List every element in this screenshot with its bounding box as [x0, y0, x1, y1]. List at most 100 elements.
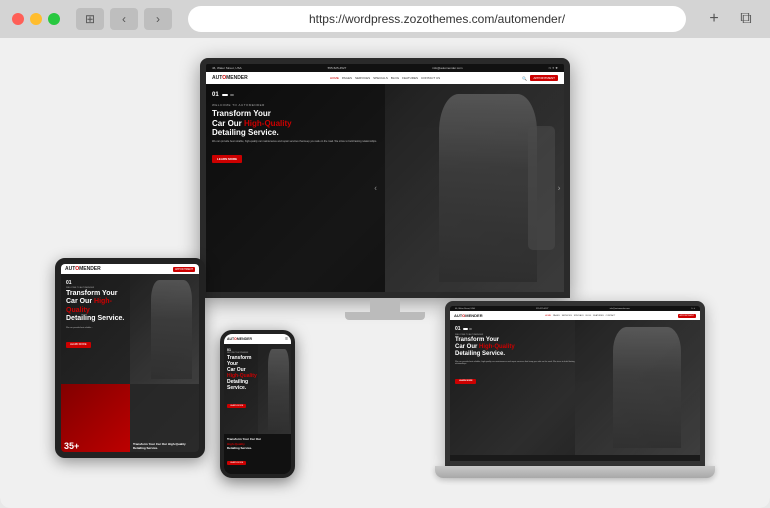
tablet-hero-subtitle: We can provide best reliable... — [66, 327, 132, 330]
desktop-nav-contact[interactable]: CONTACT US — [421, 76, 440, 80]
laptop-slide-indicator — [463, 328, 472, 330]
back-button[interactable]: ‹ — [110, 8, 138, 30]
phone: AUTOMENDER ≡ 01 WELCOME TO AUTOMENDER — [220, 330, 295, 478]
phone-menu-icon[interactable]: ≡ — [285, 336, 288, 342]
traffic-lights — [12, 13, 60, 25]
desktop-nav-links: HOME PAGES SERVICES SPECIALS BLOG FEATUR… — [330, 76, 440, 80]
desktop-nav-home[interactable]: HOME — [330, 76, 339, 80]
laptop-slide-dot-1[interactable] — [463, 328, 468, 330]
laptop-hero-title: Transform YourCar Our High-QualityDetail… — [455, 337, 583, 359]
tablet-worker-figure — [151, 280, 192, 379]
phone-hero-image — [258, 344, 292, 434]
tablet-hero-cta[interactable]: LEARN MORE — [66, 342, 91, 348]
browser-titlebar: ⊞ ‹ › https://wordpress.zozothemes.com/a… — [0, 0, 770, 38]
address-bar[interactable]: https://wordpress.zozothemes.com/automen… — [188, 6, 686, 32]
slide-dot-1[interactable] — [222, 94, 228, 96]
phone-bottom-subtitle: Detailing Service. — [227, 446, 288, 450]
tablet-slide-number: 01 — [66, 280, 132, 286]
tablet-hero-welcome: WELCOME TO AUTOMENDER — [66, 287, 132, 289]
desktop-nav-specials[interactable]: SPECIALS — [373, 76, 388, 80]
laptop-nav-pages[interactable]: PAGES — [553, 315, 560, 317]
tablet-card-car-content: 35+ — [64, 442, 79, 451]
phone-slide-number: 01 — [227, 348, 258, 352]
add-tab-button[interactable]: + — [702, 7, 726, 31]
desktop-email: info@automender.com — [432, 66, 462, 70]
laptop-cta-button[interactable]: APPOINTMENT — [678, 314, 696, 318]
laptop-screen: 46, Water Street, USA 555-525-4527 info@… — [445, 301, 705, 466]
desktop-worker-figure — [439, 94, 537, 281]
phone-worker-figure — [268, 349, 290, 430]
minimize-button[interactable] — [30, 13, 42, 25]
sidebar-toggle-button[interactable]: ⊞ — [76, 8, 104, 30]
forward-button[interactable]: › — [144, 8, 172, 30]
tablet-card-mechanic: Transform Your Car Our High-Quality Deta… — [130, 384, 199, 452]
phone-hero-cta[interactable]: LEARN MORE — [227, 404, 246, 408]
tablet-hero-title: Transform YourCar Our High-QualityDetail… — [66, 290, 132, 324]
tablet-card-car: 35+ — [61, 384, 130, 452]
desktop-nav-blog[interactable]: BLOG — [391, 76, 399, 80]
desktop-hero-welcome: WELCOME TO AUTOMENDER — [212, 103, 397, 107]
desktop-next-arrow[interactable]: › — [558, 184, 561, 193]
laptop-nav-blog[interactable]: BLOG — [586, 315, 592, 317]
desktop-topbar: 46, Water Street, USA 555-525-4527 info@… — [206, 64, 564, 72]
tablet-hero-content: 01 WELCOME TO AUTOMENDER Transform YourC… — [61, 274, 137, 384]
url-text: https://wordpress.zozothemes.com/automen… — [309, 12, 565, 26]
laptop-hero-cta[interactable]: LEARN MORE — [455, 379, 476, 384]
laptop-nav-features[interactable]: FEATURES — [593, 315, 604, 317]
tablet-card-mechanic-content: Transform Your Car Our High-Quality Deta… — [133, 443, 196, 451]
close-button[interactable] — [12, 13, 24, 25]
laptop-nav-contact[interactable]: CONTACT — [606, 315, 616, 317]
desktop-logo: AUTOMENDER — [212, 75, 248, 81]
tablet-card-text: Transform Your Car Our High-Quality Deta… — [133, 443, 196, 451]
desktop-cta-button[interactable]: APPOINTMENT — [530, 75, 558, 81]
desktop-nav-services[interactable]: SERVICES — [355, 76, 370, 80]
tablet-site-content: AUTOMENDER APPOINTMENT 01 WELCOME TO AUT… — [61, 264, 199, 452]
desktop-social: f t ✦ ❖ — [549, 66, 558, 70]
desktop-monitor: 46, Water Street, USA 555-525-4527 info@… — [200, 58, 570, 320]
desktop-hero-image — [385, 84, 564, 292]
phone-hero: 01 WELCOME TO AUTOMENDER Transform YourC… — [224, 344, 291, 434]
phone-bottom-title: Transform Your Car Our — [227, 437, 288, 441]
desktop-hero-subtitle: We can provide best reliable, high-quali… — [212, 140, 378, 144]
phone-hero-content: 01 WELCOME TO AUTOMENDER Transform YourC… — [224, 344, 261, 434]
tablet-hero-image — [130, 274, 199, 384]
laptop-worker-figure — [613, 327, 682, 449]
browser-nav-buttons: ⊞ ‹ › — [76, 8, 172, 30]
desktop-hero-cta[interactable]: LEARN MORE — [212, 155, 242, 163]
phone-bottom-content: Transform Your Car Our High-Quality Deta… — [224, 434, 291, 474]
laptop-nav-home[interactable]: HOME — [545, 315, 551, 317]
laptop-hero-welcome: WELCOME TO AUTOMENDER — [455, 334, 583, 336]
tablet-card-stat: 35+ — [64, 442, 79, 451]
laptop-slide-dot-2[interactable] — [469, 328, 472, 330]
desktop-nav-features[interactable]: FEATURES — [402, 76, 418, 80]
tablet-logo: AUTOMENDER — [65, 266, 101, 272]
laptop-social: f t ✦ — [691, 308, 695, 310]
phone-nav: AUTOMENDER ≡ — [224, 334, 291, 344]
laptop-nav: AUTOMENDER HOME PAGES SERVICES SPECIALS … — [450, 311, 700, 320]
desktop-nav-pages[interactable]: PAGES — [342, 76, 352, 80]
desktop-hero-content: 01 WELCOME TO AUTOMENDER Transform YourC… — [206, 84, 403, 292]
phone-bottom-cta[interactable]: LEARN MORE — [227, 461, 246, 465]
laptop-nav-specials[interactable]: SPECIALS — [574, 315, 584, 317]
desktop-slide-number: 01 — [212, 92, 219, 98]
desktop-site-content: 46, Water Street, USA 555-525-4527 info@… — [206, 64, 564, 292]
desktop-hero-title: Transform YourCar Our High-QualityDetail… — [212, 109, 397, 138]
copy-button[interactable]: ⧉ — [734, 7, 758, 31]
phone-hero-title: Transform YourCar Our High-QualityDetail… — [227, 355, 258, 391]
tablet-cta-button[interactable]: APPOINTMENT — [173, 267, 195, 272]
phone-site-content: AUTOMENDER ≡ 01 WELCOME TO AUTOMENDER — [224, 334, 291, 474]
monitor-screen: 46, Water Street, USA 555-525-4527 info@… — [200, 58, 570, 298]
laptop-hero-image — [575, 320, 700, 455]
laptop: 46, Water Street, USA 555-525-4527 info@… — [445, 301, 715, 478]
laptop-nav-services[interactable]: SERVICES — [562, 315, 572, 317]
slide-dot-2[interactable] — [230, 94, 234, 96]
laptop-email: info@automender.com — [610, 308, 630, 310]
desktop-search-icon[interactable]: 🔍 — [522, 76, 527, 81]
browser-content: 46, Water Street, USA 555-525-4527 info@… — [0, 38, 770, 508]
desktop-slide-indicator — [222, 94, 234, 96]
desktop-equipment — [528, 126, 555, 251]
laptop-hero-content: 01 WELCOME TO AUTOMENDER Transform YourC… — [450, 320, 588, 455]
devices-container: 46, Water Street, USA 555-525-4527 info@… — [25, 48, 745, 498]
maximize-button[interactable] — [48, 13, 60, 25]
laptop-hero: 01 WELCOME TO AUTOMENDER Transform YourC… — [450, 320, 700, 455]
